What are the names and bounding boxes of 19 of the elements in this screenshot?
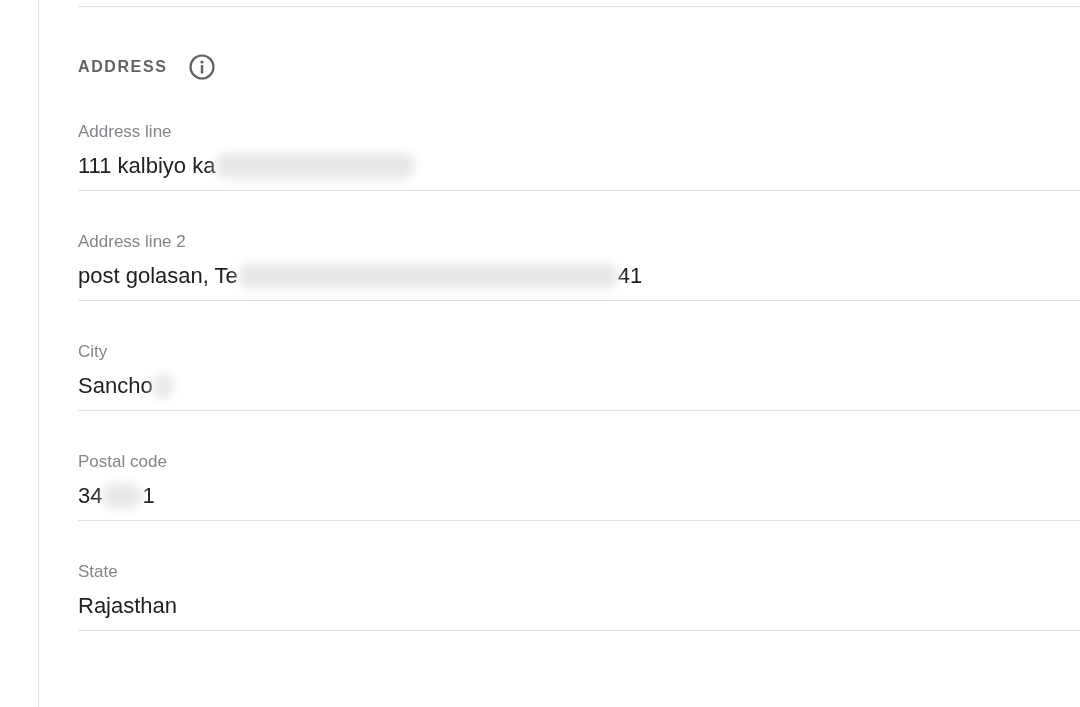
field-value: Rajasthan [78,593,178,619]
field-label: Address line 2 [78,231,186,253]
field-value: 111 kalbiyo ka [78,153,216,179]
text-field[interactable]: Address line 2 post golasan, Te 41 [78,231,1080,301]
field-label: City [78,341,108,363]
text-field[interactable]: Address line 111 kalbiyo ka [78,121,1080,191]
field-value: 34 [78,483,103,509]
text-field[interactable]: City Sancho [78,341,1080,411]
field-label: State [78,561,118,583]
field-label: Postal code [78,451,167,473]
field-value: Sancho [78,373,153,399]
field-value: post golasan, Te [78,263,238,289]
text-field[interactable]: State Rajasthan [78,561,1080,631]
field-label: Address line [78,121,172,143]
text-field[interactable]: Postal code 34 1 [78,451,1080,521]
section-title: ADDRESS [78,58,168,76]
info-icon[interactable] [189,54,216,80]
field-value: 41 [617,263,643,289]
field-value: 1 [142,483,155,509]
